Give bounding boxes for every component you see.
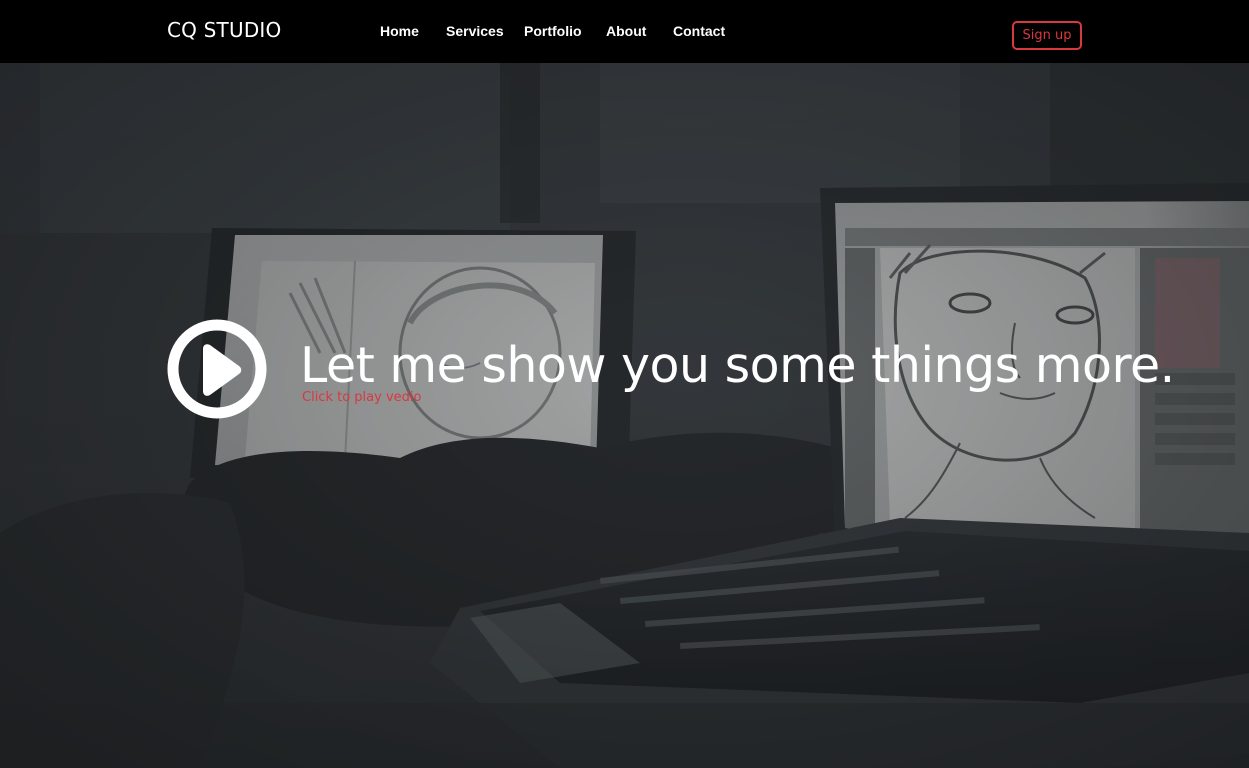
nav-link-portfolio[interactable]: Portfolio xyxy=(524,23,582,39)
play-circle-icon xyxy=(167,319,267,419)
hero-title: Let me show you some things more. xyxy=(300,337,1175,394)
nav-link-home[interactable]: Home xyxy=(380,23,419,39)
top-navbar: CQ STUDIO Home Services Portfolio About … xyxy=(0,0,1249,63)
brand-logo[interactable]: CQ STUDIO xyxy=(167,18,281,42)
nav-link-contact[interactable]: Contact xyxy=(673,23,725,39)
signup-button[interactable]: Sign up xyxy=(1012,21,1082,50)
play-video-link[interactable]: Click to play vedio xyxy=(302,390,421,405)
nav-link-services[interactable]: Services xyxy=(446,23,504,39)
page: CQ STUDIO Home Services Portfolio About … xyxy=(0,0,1249,768)
hero-section: Let me show you some things more. Click … xyxy=(0,63,1249,768)
nav-link-about[interactable]: About xyxy=(606,23,646,39)
play-video-button[interactable] xyxy=(167,319,267,419)
